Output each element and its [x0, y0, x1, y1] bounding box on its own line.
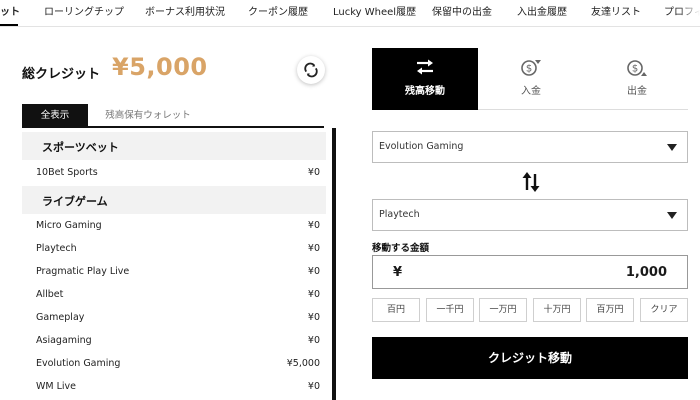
nav-item-pending-withdrawal[interactable]: 保留中の出金 — [432, 6, 492, 20]
wallet-amount: ¥0 — [307, 335, 320, 346]
wallet-amount: ¥0 — [307, 243, 320, 254]
nav-item-transaction-history[interactable]: 入出金履歴 — [517, 6, 567, 20]
currency-symbol: ¥ — [393, 265, 403, 280]
wallet-name: WM Live — [36, 381, 77, 392]
wallet-amount: ¥0 — [307, 167, 320, 178]
to-wallet-select[interactable]: Playtech — [372, 199, 688, 231]
swap-arrows-icon — [522, 172, 540, 192]
wallet-amount: ¥0 — [307, 220, 320, 231]
quick-amount-1000000-button[interactable]: 百万円 — [586, 298, 634, 322]
wallet-name: 10Bet Sports — [36, 167, 98, 178]
action-tabs: 残高移動 $ 入金 $ 出金 — [372, 48, 688, 110]
wallet-filter-tabs: 全表示 残高保有ウォレット — [22, 104, 324, 128]
wallet-row: Allbet ¥0 — [22, 285, 326, 307]
wallet-name: Pragmatic Play Live — [36, 266, 130, 277]
credit-transfer-button[interactable]: クレジット移動 — [372, 337, 688, 379]
nav-active-indicator — [0, 24, 18, 26]
wallet-row: Evolution Gaming ¥5,000 — [22, 354, 326, 376]
quick-amount-1000-button[interactable]: 一千円 — [426, 298, 474, 322]
refresh-button[interactable] — [297, 56, 325, 84]
deposit-dollar-icon: $ — [521, 60, 541, 76]
from-wallet-value: Evolution Gaming — [379, 141, 464, 152]
wallet-row: WM Live ¥0 — [22, 377, 326, 399]
quick-amount-buttons: 百円 一千円 一万円 十万円 百万円 クリア — [372, 298, 688, 322]
quick-amount-100000-button[interactable]: 十万円 — [533, 298, 581, 322]
wallet-row: Playtech ¥0 — [22, 239, 326, 261]
wallet-list: スポーツベット 10Bet Sports ¥0 ライブゲーム Micro Gam… — [22, 130, 326, 400]
nav-item-bonus-status[interactable]: ボーナス利用状況 — [145, 6, 225, 20]
section-title-live: ライブゲーム — [42, 195, 108, 208]
nav-fade — [680, 0, 700, 26]
nav-item-current[interactable]: ット — [0, 6, 20, 20]
tab-show-all[interactable]: 全表示 — [22, 104, 88, 128]
quick-amount-10000-button[interactable]: 一万円 — [479, 298, 527, 322]
total-credit-label: 総クレジット — [22, 67, 101, 82]
wallet-row: Pragmatic Play Live ¥0 — [22, 262, 326, 284]
amount-label: 移動する金額 — [372, 243, 430, 254]
swap-direction-icon[interactable] — [521, 170, 541, 194]
wallet-row: Asiagaming ¥0 — [22, 331, 326, 353]
nav-item-friend-list[interactable]: 友達リスト — [591, 6, 641, 20]
tab-label: 残高移動 — [405, 86, 445, 97]
chevron-down-icon — [667, 212, 677, 219]
quick-amount-100-button[interactable]: 百円 — [372, 298, 420, 322]
withdraw-dollar-icon: $ — [627, 60, 647, 76]
wallet-name: Gameplay — [36, 312, 85, 323]
chevron-down-icon — [667, 144, 677, 151]
amount-input[interactable]: ¥ 1,000 — [372, 255, 688, 289]
wallet-amount: ¥0 — [307, 289, 320, 300]
tab-balance-transfer[interactable]: 残高移動 — [372, 48, 478, 110]
wallet-list-scrollbar[interactable] — [332, 128, 336, 400]
transfer-arrows-icon — [417, 59, 433, 75]
to-wallet-value: Playtech — [379, 209, 420, 220]
wallet-name: Allbet — [36, 289, 64, 300]
tab-deposit[interactable]: $ 入金 — [478, 48, 584, 110]
tab-withdraw[interactable]: $ 出金 — [584, 48, 690, 110]
tab-label: 入金 — [521, 86, 541, 97]
from-wallet-select[interactable]: Evolution Gaming — [372, 131, 688, 163]
wallet-row: Micro Gaming ¥0 — [22, 216, 326, 238]
section-title-sports: スポーツベット — [42, 141, 119, 154]
nav-item-coupon-history[interactable]: クーポン履歴 — [248, 6, 308, 20]
wallet-amount: ¥5,000 — [286, 358, 320, 369]
clear-button[interactable]: クリア — [640, 298, 688, 322]
wallet-row: 10Bet Sports ¥0 — [22, 163, 326, 185]
top-nav: ット ローリングチップ ボーナス利用状況 クーポン履歴 Lucky Wheel履… — [0, 0, 700, 27]
total-credit-value: ¥5,000 — [112, 53, 208, 81]
nav-item-rolling-chip[interactable]: ローリングチップ — [44, 6, 124, 20]
section-header-live: ライブゲーム — [22, 186, 326, 214]
svg-text:$: $ — [526, 64, 532, 75]
refresh-icon — [304, 62, 318, 78]
tab-label: 出金 — [627, 86, 647, 97]
amount-value: 1,000 — [625, 265, 667, 280]
wallet-name: Evolution Gaming — [36, 358, 121, 369]
wallet-amount: ¥0 — [307, 381, 320, 392]
tab-wallets-with-balance[interactable]: 残高保有ウォレット — [88, 104, 208, 128]
wallet-amount: ¥0 — [307, 266, 320, 277]
svg-text:$: $ — [632, 64, 638, 75]
nav-item-lucky-wheel-history[interactable]: Lucky Wheel履歴 — [333, 6, 416, 20]
wallet-name: Asiagaming — [36, 335, 92, 346]
wallet-name: Playtech — [36, 243, 77, 254]
wallet-name: Micro Gaming — [36, 220, 102, 231]
wallet-row: Gameplay ¥0 — [22, 308, 326, 330]
section-header-sports: スポーツベット — [22, 132, 326, 160]
wallet-amount: ¥0 — [307, 312, 320, 323]
